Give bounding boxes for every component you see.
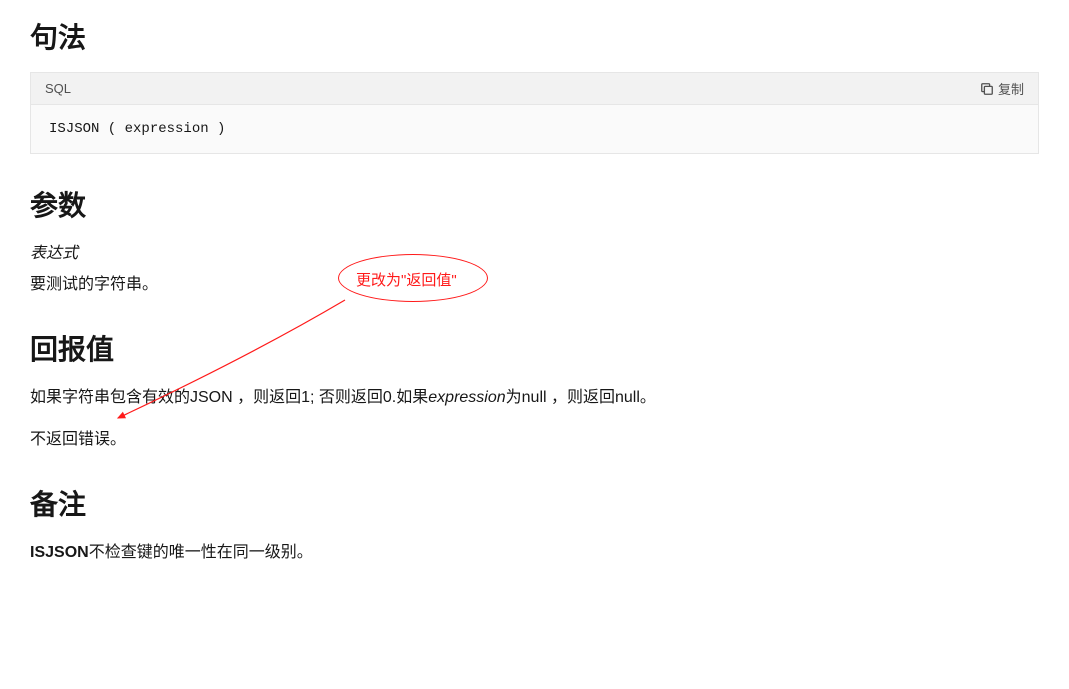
heading-return-value: 回报值 [30,328,1039,368]
remarks-p1: ISJSON不检查键的唯一性在同一级别。 [30,539,1039,566]
remarks-isjson: ISJSON [30,544,89,561]
code-lang-label: SQL [45,81,71,96]
copy-label: 复制 [998,79,1024,98]
heading-syntax: 句法 [30,16,1039,56]
argument-name: 表达式 [30,240,1039,267]
code-header: SQL 复制 [31,73,1038,105]
copy-button[interactable]: 复制 [980,79,1024,98]
copy-icon [980,82,994,96]
return-value-p1: 如果字符串包含有效的JSON ，则返回1; 否则返回0.如果expression… [30,384,1039,411]
heading-remarks: 备注 [30,483,1039,523]
code-block: SQL 复制 ISJSON ( expression ) [30,72,1039,154]
return-value-expression: expression [428,389,505,406]
code-body: ISJSON ( expression ) [31,105,1038,153]
return-value-p1-b: 为null ，则返回null。 [506,389,656,406]
heading-arguments: 参数 [30,184,1039,224]
return-value-p1-a: 如果字符串包含有效的JSON ，则返回1; 否则返回0.如果 [30,389,428,406]
remarks-rest: 不检查键的唯一性在同一级别。 [89,544,313,561]
argument-desc: 要测试的字符串。 [30,271,1039,298]
return-value-p2: 不返回错误。 [30,426,1039,453]
